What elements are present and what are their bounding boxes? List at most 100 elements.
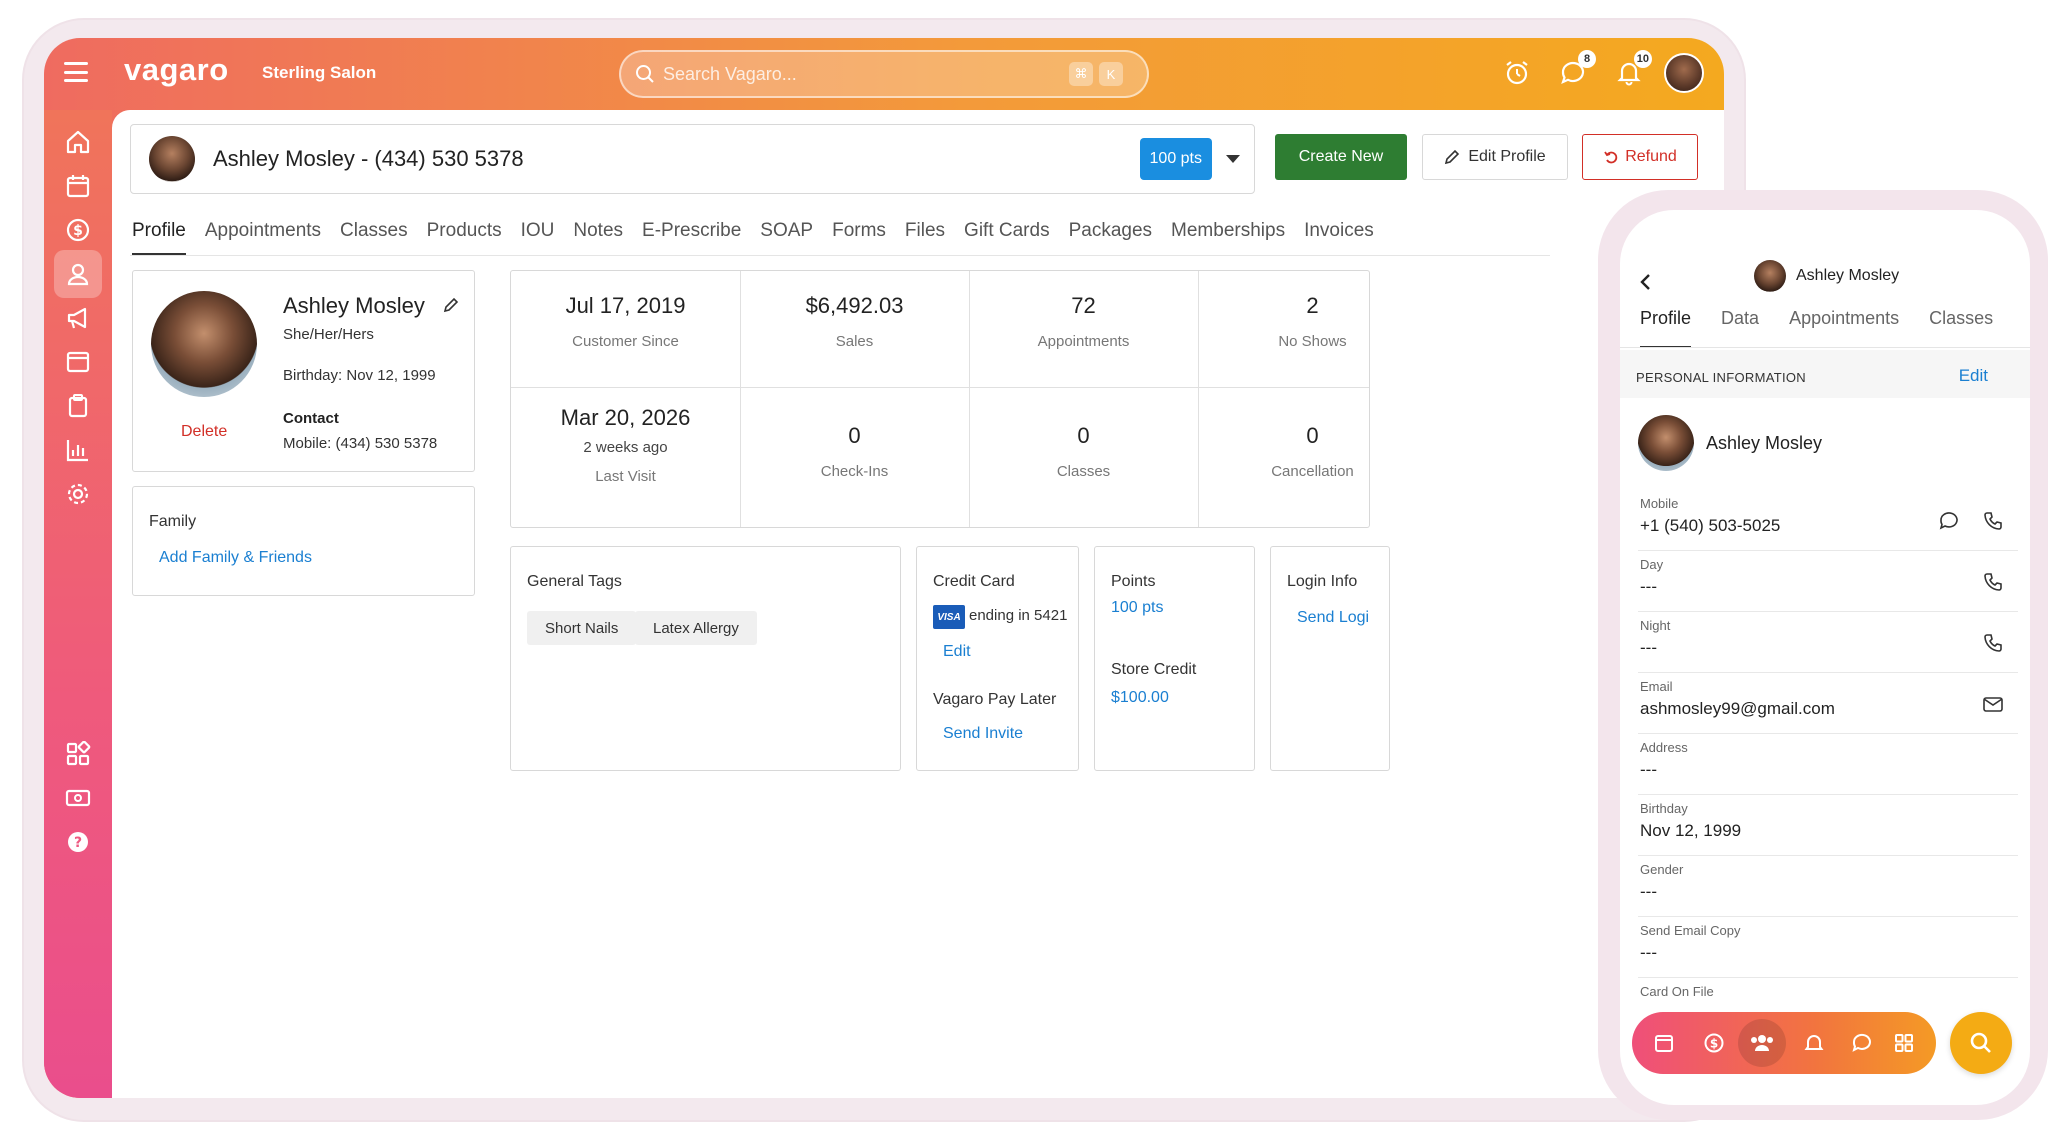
card-ending: ending in 5421 [969, 607, 1068, 624]
field-birthday: Birthday Nov 12, 1999 [1638, 795, 2018, 856]
phone-icon[interactable] [1982, 571, 2004, 593]
dollar-icon[interactable]: $ [1696, 1025, 1732, 1061]
tag-chip[interactable]: Short Nails [527, 611, 637, 645]
megaphone-icon[interactable] [54, 294, 102, 342]
field-send-email-copy: Send Email Copy --- [1638, 917, 2018, 978]
tab-classes[interactable]: Classes [340, 208, 408, 256]
tab-soap[interactable]: SOAP [760, 208, 813, 256]
tab-iou[interactable]: IOU [521, 208, 555, 256]
pay-later-label: Vagaro Pay Later [933, 691, 1057, 708]
settings-gear-icon[interactable] [54, 470, 102, 518]
tab-e-prescribe[interactable]: E-Prescribe [642, 208, 741, 256]
tab-products[interactable]: Products [427, 208, 502, 256]
tab-appointments[interactable]: Appointments [205, 208, 321, 256]
field-label: Night [1640, 618, 1671, 633]
pencil-icon[interactable] [443, 297, 459, 313]
chevron-down-icon[interactable] [1226, 155, 1240, 163]
divider [740, 271, 741, 527]
clipboard-icon[interactable] [54, 382, 102, 430]
message-icon[interactable] [1938, 510, 1960, 532]
alarm-clock-icon[interactable] [1496, 52, 1538, 94]
points-card: Points 100 pts Store Credit $100.00 [1094, 546, 1255, 771]
tab-profile[interactable]: Profile [132, 208, 186, 256]
tab-invoices[interactable]: Invoices [1304, 208, 1374, 256]
stat-label: Appointments [1037, 333, 1130, 350]
chat-icon[interactable] [1844, 1025, 1880, 1061]
phone-tab-profile[interactable]: Profile [1640, 308, 1692, 348]
field-value: ashmosley99@gmail.com [1640, 699, 1835, 718]
tab-packages[interactable]: Packages [1069, 208, 1152, 256]
delete-link[interactable]: Delete [181, 423, 227, 441]
family-card: Family Add Family & Friends [132, 486, 475, 596]
apps-icon[interactable] [54, 730, 102, 778]
create-new-button[interactable]: Create New [1275, 134, 1407, 180]
profile-name: Ashley Mosley [283, 293, 425, 318]
top-icons: 8 10 [1496, 50, 1704, 94]
search-fab[interactable] [1950, 1012, 2012, 1074]
tag-chip[interactable]: Latex Allergy [635, 611, 757, 645]
store-credit-value[interactable]: $100.00 [1111, 689, 1169, 707]
field-label: Email [1640, 679, 1673, 694]
customer-selector[interactable]: Ashley Mosley - (434) 530 5378 100 pts [130, 124, 1255, 194]
send-login-link[interactable]: Send Logi [1297, 609, 1369, 627]
phone-icon[interactable] [1982, 632, 2004, 654]
points-pill[interactable]: 100 pts [1139, 138, 1212, 180]
user-avatar[interactable] [1664, 53, 1704, 93]
personal-info-title: PERSONAL INFORMATION [1636, 370, 1806, 385]
bell-icon[interactable] [1796, 1025, 1832, 1061]
phone-edit-link[interactable]: Edit [1959, 366, 1988, 386]
phone-tab-data[interactable]: Data [1721, 308, 1759, 348]
edit-card-link[interactable]: Edit [943, 643, 971, 661]
customers-icon[interactable] [1738, 1019, 1786, 1067]
refund-button[interactable]: Refund [1582, 134, 1698, 180]
send-invite-link[interactable]: Send Invite [943, 725, 1023, 743]
stat-sub: 2 weeks ago [583, 439, 668, 456]
points-value[interactable]: 100 pts [1111, 599, 1163, 617]
calendar-icon[interactable] [1646, 1025, 1682, 1061]
stat-no-shows: 2 No Shows [1198, 293, 1369, 350]
stat-classes: 0 Classes [969, 423, 1198, 480]
help-icon[interactable]: ? [54, 818, 102, 866]
field-label: Gender [1640, 862, 1684, 877]
stat-value: 0 [1077, 423, 1090, 448]
search-input[interactable] [663, 63, 1063, 85]
bell-icon[interactable]: 10 [1608, 50, 1652, 94]
menu-icon[interactable] [64, 62, 88, 82]
stats-panel: Jul 17, 2019 Customer Since $6,492.03 Sa… [510, 270, 1370, 528]
vagaro-logo[interactable]: vagaro [124, 52, 229, 88]
edit-profile-button[interactable]: Edit Profile [1422, 134, 1568, 180]
reports-icon[interactable] [54, 426, 102, 474]
envelope-icon[interactable] [1982, 693, 2004, 715]
salon-name[interactable]: Sterling Salon [262, 63, 376, 83]
dollar-icon[interactable]: $ [54, 206, 102, 254]
chat-icon[interactable]: 8 [1552, 50, 1596, 94]
phone-icon[interactable] [1982, 510, 2004, 532]
field-label: Birthday [1640, 801, 1688, 816]
stat-label: No Shows [1278, 333, 1347, 350]
profile-photo[interactable] [151, 291, 257, 397]
tab-memberships[interactable]: Memberships [1171, 208, 1285, 256]
general-tags-title: General Tags [527, 573, 622, 590]
add-family-link[interactable]: Add Family & Friends [159, 549, 312, 567]
login-info-card: Login Info Send Logi [1270, 546, 1390, 771]
field-value: --- [1640, 760, 1657, 779]
phone-profile-name: Ashley Mosley [1706, 433, 1823, 453]
phone-app: Ashley Mosley Profile Data Appointments … [1620, 210, 2030, 1105]
customer-icon[interactable] [54, 250, 102, 298]
stat-value: Jul 17, 2019 [565, 293, 686, 318]
apps-icon[interactable] [1886, 1025, 1922, 1061]
svg-text:?: ? [74, 835, 82, 851]
calendar-icon[interactable] [54, 162, 102, 210]
tab-notes[interactable]: Notes [573, 208, 623, 256]
cash-icon[interactable] [54, 774, 102, 822]
search-bar[interactable]: ⌘ K [619, 50, 1149, 98]
phone-tab-appointments[interactable]: Appointments [1789, 308, 1899, 348]
back-arrow-icon[interactable] [1638, 272, 1652, 292]
phone-tab-classes[interactable]: Classes [1929, 308, 1993, 348]
stat-value: $6,492.03 [805, 293, 904, 318]
tab-forms[interactable]: Forms [832, 208, 886, 256]
browser-icon[interactable] [54, 338, 102, 386]
tab-files[interactable]: Files [905, 208, 945, 256]
tab-gift-cards[interactable]: Gift Cards [964, 208, 1050, 256]
home-icon[interactable] [54, 118, 102, 166]
